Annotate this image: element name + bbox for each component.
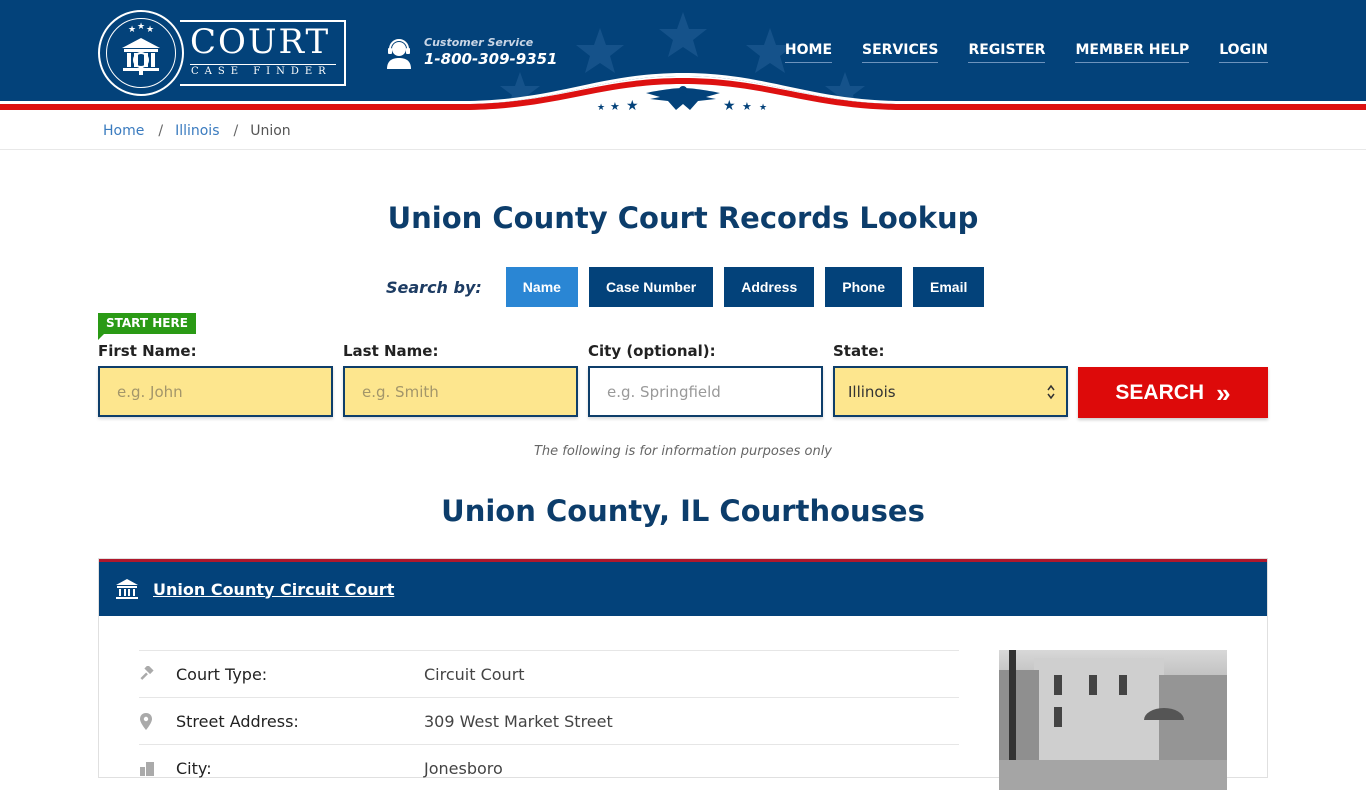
courthouse-card-header: Union County Circuit Court xyxy=(99,559,1267,616)
svg-text:★: ★ xyxy=(759,103,767,112)
city-input[interactable]: e.g. Springfield xyxy=(588,366,823,417)
city-label: City (optional): xyxy=(588,342,716,360)
detail-value: Jonesboro xyxy=(424,758,503,778)
customer-service-phone[interactable]: 1-800-309-9351 xyxy=(424,50,557,68)
svg-text:★: ★ xyxy=(723,98,736,112)
state-field: State: Illinois xyxy=(833,342,1068,417)
state-select-value: Illinois xyxy=(848,382,896,401)
city-icon xyxy=(139,760,176,776)
main-nav: HOME SERVICES REGISTER MEMBER HELP LOGIN xyxy=(784,42,1268,63)
logo-subtitle: CASE FINDER xyxy=(191,66,332,77)
map-pin-icon xyxy=(139,712,176,730)
search-by-label: Search by: xyxy=(386,277,482,297)
detail-row: Street Address: 309 West Market Street xyxy=(139,697,959,744)
first-name-label: First Name: xyxy=(98,342,197,360)
nav-login[interactable]: LOGIN xyxy=(1219,42,1268,63)
last-name-field: Last Name: e.g. Smith xyxy=(343,342,578,417)
svg-text:★: ★ xyxy=(742,100,752,112)
svg-text:★: ★ xyxy=(626,98,639,112)
headset-user-icon xyxy=(387,39,411,69)
logo-emblem: ★ ★ ★ xyxy=(98,10,184,96)
detail-value: 309 West Market Street xyxy=(424,711,613,731)
nav-register[interactable]: REGISTER xyxy=(968,42,1046,63)
double-chevron-right-icon: » xyxy=(1216,377,1231,408)
info-note: The following is for information purpose… xyxy=(533,444,833,459)
state-select[interactable]: Illinois xyxy=(833,366,1068,417)
svg-text:★: ★ xyxy=(146,25,154,35)
nav-member-help[interactable]: MEMBER HELP xyxy=(1075,42,1190,63)
logo-title: COURT xyxy=(190,22,331,62)
tab-case-number[interactable]: Case Number xyxy=(588,267,714,307)
breadcrumb-separator: / xyxy=(158,122,164,139)
customer-service-label: Customer Service xyxy=(424,36,534,49)
state-label: State: xyxy=(833,342,885,360)
tab-address[interactable]: Address xyxy=(724,267,815,307)
last-name-input[interactable]: e.g. Smith xyxy=(343,366,578,417)
courthouse-photo-illustration xyxy=(999,650,1227,790)
last-name-label: Last Name: xyxy=(343,342,439,360)
detail-key: Street Address: xyxy=(176,711,299,731)
detail-value: Circuit Court xyxy=(424,664,525,684)
courthouses-title: Union County, IL Courthouses xyxy=(441,494,925,528)
courthouse-icon: ★ ★ ★ xyxy=(122,22,160,75)
start-here-badge: START HERE xyxy=(98,313,196,340)
svg-text:★: ★ xyxy=(128,25,136,35)
court-case-finder-logo[interactable]: ★ ★ ★ COURT CASE FINDER xyxy=(98,10,348,96)
breadcrumb-current: Union xyxy=(250,122,291,139)
star-decoration xyxy=(659,12,707,57)
courthouse-details: Court Type: Circuit Court Street Address… xyxy=(139,650,959,791)
breadcrumb-separator: / xyxy=(233,122,239,139)
first-name-field: First Name: e.g. John xyxy=(98,342,333,417)
detail-key: City: xyxy=(176,758,212,778)
courthouse-name-link[interactable]: Union County Circuit Court xyxy=(153,580,394,599)
search-button-label: SEARCH xyxy=(1115,380,1205,404)
city-field: City (optional): e.g. Springfield xyxy=(588,342,823,417)
breadcrumb: Home / Illinois / Union xyxy=(0,112,1366,150)
nav-home[interactable]: HOME xyxy=(784,42,833,63)
courthouse-icon xyxy=(116,579,138,599)
breadcrumb-illinois[interactable]: Illinois xyxy=(175,123,219,139)
nav-services[interactable]: SERVICES xyxy=(862,42,939,63)
site-header: ★ ★ ★ ★ ★ ★ ★ ★ ★ COURT CASE FINDER Cust… xyxy=(0,0,1366,112)
page-title: Union County Court Records Lookup xyxy=(387,201,979,235)
tab-phone[interactable]: Phone xyxy=(825,267,903,307)
search-button[interactable]: SEARCH » xyxy=(1078,367,1268,418)
search-type-selector: Search by: Name Case Number Address Phon… xyxy=(386,267,995,307)
svg-text:★: ★ xyxy=(597,103,605,112)
tab-name[interactable]: Name xyxy=(505,267,578,307)
select-arrows-icon xyxy=(1047,384,1055,399)
svg-text:★: ★ xyxy=(610,100,620,112)
courthouse-photo xyxy=(999,650,1227,790)
tab-email[interactable]: Email xyxy=(913,267,985,307)
svg-text:★: ★ xyxy=(137,22,145,32)
breadcrumb-home[interactable]: Home xyxy=(103,123,144,139)
first-name-input[interactable]: e.g. John xyxy=(98,366,333,417)
courthouse-card: Union County Circuit Court Court Type: C… xyxy=(98,558,1268,790)
detail-row: Court Type: Circuit Court xyxy=(139,650,959,697)
detail-key: Court Type: xyxy=(176,664,268,684)
star-decoration xyxy=(576,28,624,73)
gavel-icon xyxy=(139,666,176,682)
